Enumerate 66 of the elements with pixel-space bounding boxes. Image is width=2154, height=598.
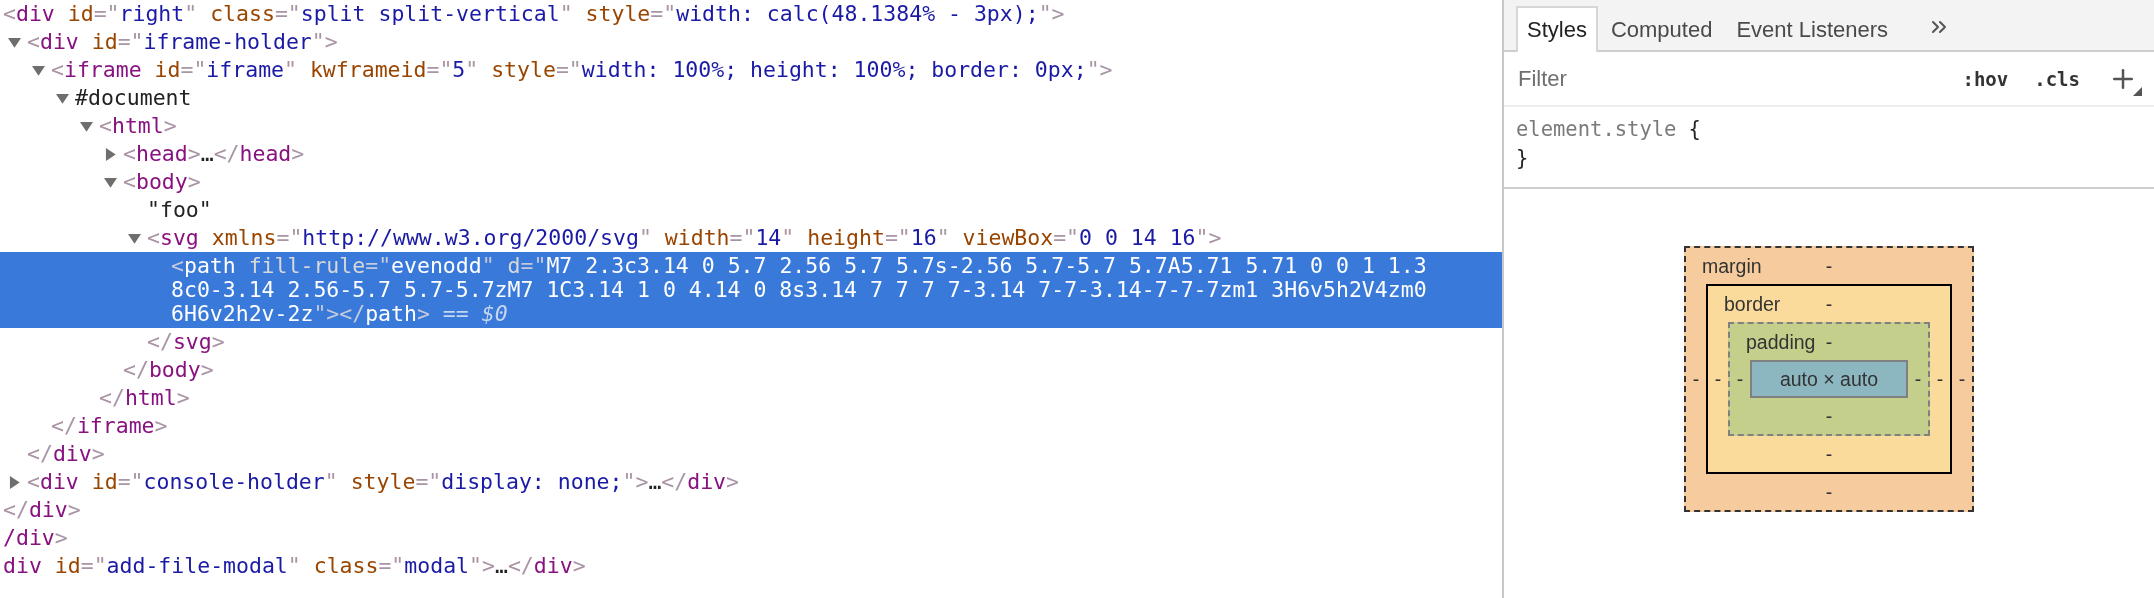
closing-tag: </body> bbox=[123, 358, 1428, 382]
closing-tag: </html> bbox=[99, 386, 1428, 410]
box-model-value: - bbox=[1825, 404, 1833, 428]
dom-tree-row[interactable]: <head>…</head> bbox=[0, 140, 1502, 168]
element-markup: "foo" bbox=[147, 198, 213, 222]
closing-tag: </div> bbox=[27, 442, 1428, 466]
dom-tree-row[interactable]: <div id="console-holder" style="display: none;">…</div> bbox=[0, 468, 1502, 496]
element-markup: <iframe id="iframe" kwframeid="5" style="width: 100%; height: 100%; border: 0px;"> bbox=[51, 58, 1114, 82]
content-size: auto × auto bbox=[1750, 360, 1908, 398]
box-model-value: - bbox=[1714, 367, 1722, 391]
dom-tree-row[interactable]: <iframe id="iframe" kwframeid="5" style="width: 100%; height: 100%; border: 0px;"> bbox=[0, 56, 1502, 84]
expand-arrow-icon[interactable] bbox=[128, 231, 141, 245]
element-markup: <body> bbox=[123, 170, 202, 194]
state-toggle[interactable]: .cls bbox=[2034, 67, 2080, 90]
box-model-value: - bbox=[1736, 367, 1744, 391]
dom-tree-row[interactable]: <svg xmlns="http://www.w3.org/2000/svg" width="14" height="16" viewBox="0 0 14 16"> bbox=[0, 224, 1502, 252]
element-markup: <div id="iframe-holder"> bbox=[27, 30, 339, 54]
brace: { bbox=[1688, 116, 1701, 143]
expand-arrow-icon[interactable] bbox=[8, 35, 21, 49]
rule-selector: element.style bbox=[1516, 116, 1677, 143]
box-model-value: - bbox=[1958, 367, 1966, 391]
box-model-value: - bbox=[1936, 367, 1944, 391]
element-markup: <svg xmlns="http://www.w3.org/2000/svg" width="14" height="16" viewBox="0 0 14 16"> bbox=[147, 226, 1223, 250]
dom-tree-row[interactable]: "foo" bbox=[0, 196, 1502, 224]
dom-tree-row[interactable]: /div> bbox=[0, 524, 1502, 552]
box-model-label: padding bbox=[1745, 330, 1816, 354]
sidebar-tab[interactable]: Styles bbox=[1516, 6, 1598, 52]
element-markup: <div id="console-holder" style="display: none;">…</div> bbox=[27, 470, 740, 494]
box-model-label: margin bbox=[1701, 254, 1762, 278]
box-model-value: - bbox=[1825, 442, 1833, 466]
brace: } bbox=[1516, 145, 1529, 172]
element-markup: <head>…</head> bbox=[123, 142, 306, 166]
box-model-label: border bbox=[1723, 292, 1781, 316]
dom-tree-row[interactable]: <div id="right" class="split split-vertical" style="width: calc(48.1384% - 3px);"> bbox=[0, 0, 1502, 28]
dom-tree-row[interactable]: <body> bbox=[0, 168, 1502, 196]
expand-arrow-icon[interactable] bbox=[104, 147, 117, 161]
box-model-value: - bbox=[1914, 367, 1922, 391]
dom-tree-row[interactable]: div id="add-file-modal" class="modal">…</div> bbox=[0, 552, 1502, 580]
box-model-value: - bbox=[1825, 292, 1833, 316]
dom-tree-row[interactable]: #document bbox=[0, 84, 1502, 112]
expand-arrow-icon[interactable] bbox=[56, 91, 69, 105]
expand-arrow-icon[interactable] bbox=[8, 475, 21, 489]
element-markup: <html> bbox=[99, 114, 178, 138]
element-markup: /div> bbox=[3, 526, 69, 550]
element-markup: div id="add-file-modal" class="modal">…</div> bbox=[3, 554, 587, 578]
dom-tree-row[interactable]: <html> bbox=[0, 112, 1502, 140]
element-markup: <div id="right" class="split split-vertical" style="width: calc(48.1384% - 3px);"> bbox=[3, 2, 1066, 26]
closing-tag: </svg> bbox=[147, 330, 1428, 354]
expand-arrow-icon[interactable] bbox=[104, 175, 117, 189]
box-model-value: - bbox=[1692, 367, 1700, 391]
expand-arrow-icon[interactable] bbox=[32, 63, 45, 77]
filter-field[interactable]: Filter bbox=[1518, 65, 1937, 92]
closing-tag: </iframe> bbox=[51, 414, 1428, 438]
element-markup: #document bbox=[75, 86, 193, 110]
state-toggle[interactable]: :hov bbox=[1962, 67, 2009, 90]
closing-tag: </div> bbox=[3, 498, 1428, 522]
corner-triangle-icon bbox=[2133, 86, 2142, 96]
sidebar-tab[interactable]: Computed bbox=[1599, 6, 1724, 52]
box-model-value: - bbox=[1825, 254, 1833, 278]
sidebar-tab[interactable]: Event Listeners bbox=[1725, 6, 1900, 52]
box-model-value: - bbox=[1825, 480, 1833, 504]
element-markup: <path fill-rule="evenodd" d="M7 2.3c3.14 0 5.7 2.56 5.7 5.7s-2.56 5.7-5.7 5.7A5.71 5.71 0 0 1 1.38c0-3.14 2.56-5.7 5.7-5.7zM7 1C3.14 1 0 4.14 0 8s3.14 7 7 7 7-3.14 7-7-3.14-7-7-7zm1 3H6v5h2V4zm0 6H6v2h2v-2z"></path> == $0 bbox=[171, 254, 1428, 326]
dom-tree-row[interactable] bbox=[0, 252, 1502, 328]
box-model-value: - bbox=[1825, 330, 1833, 354]
dom-tree-row[interactable]: <div id="iframe-holder"> bbox=[0, 28, 1502, 56]
expand-arrow-icon[interactable] bbox=[80, 119, 93, 133]
